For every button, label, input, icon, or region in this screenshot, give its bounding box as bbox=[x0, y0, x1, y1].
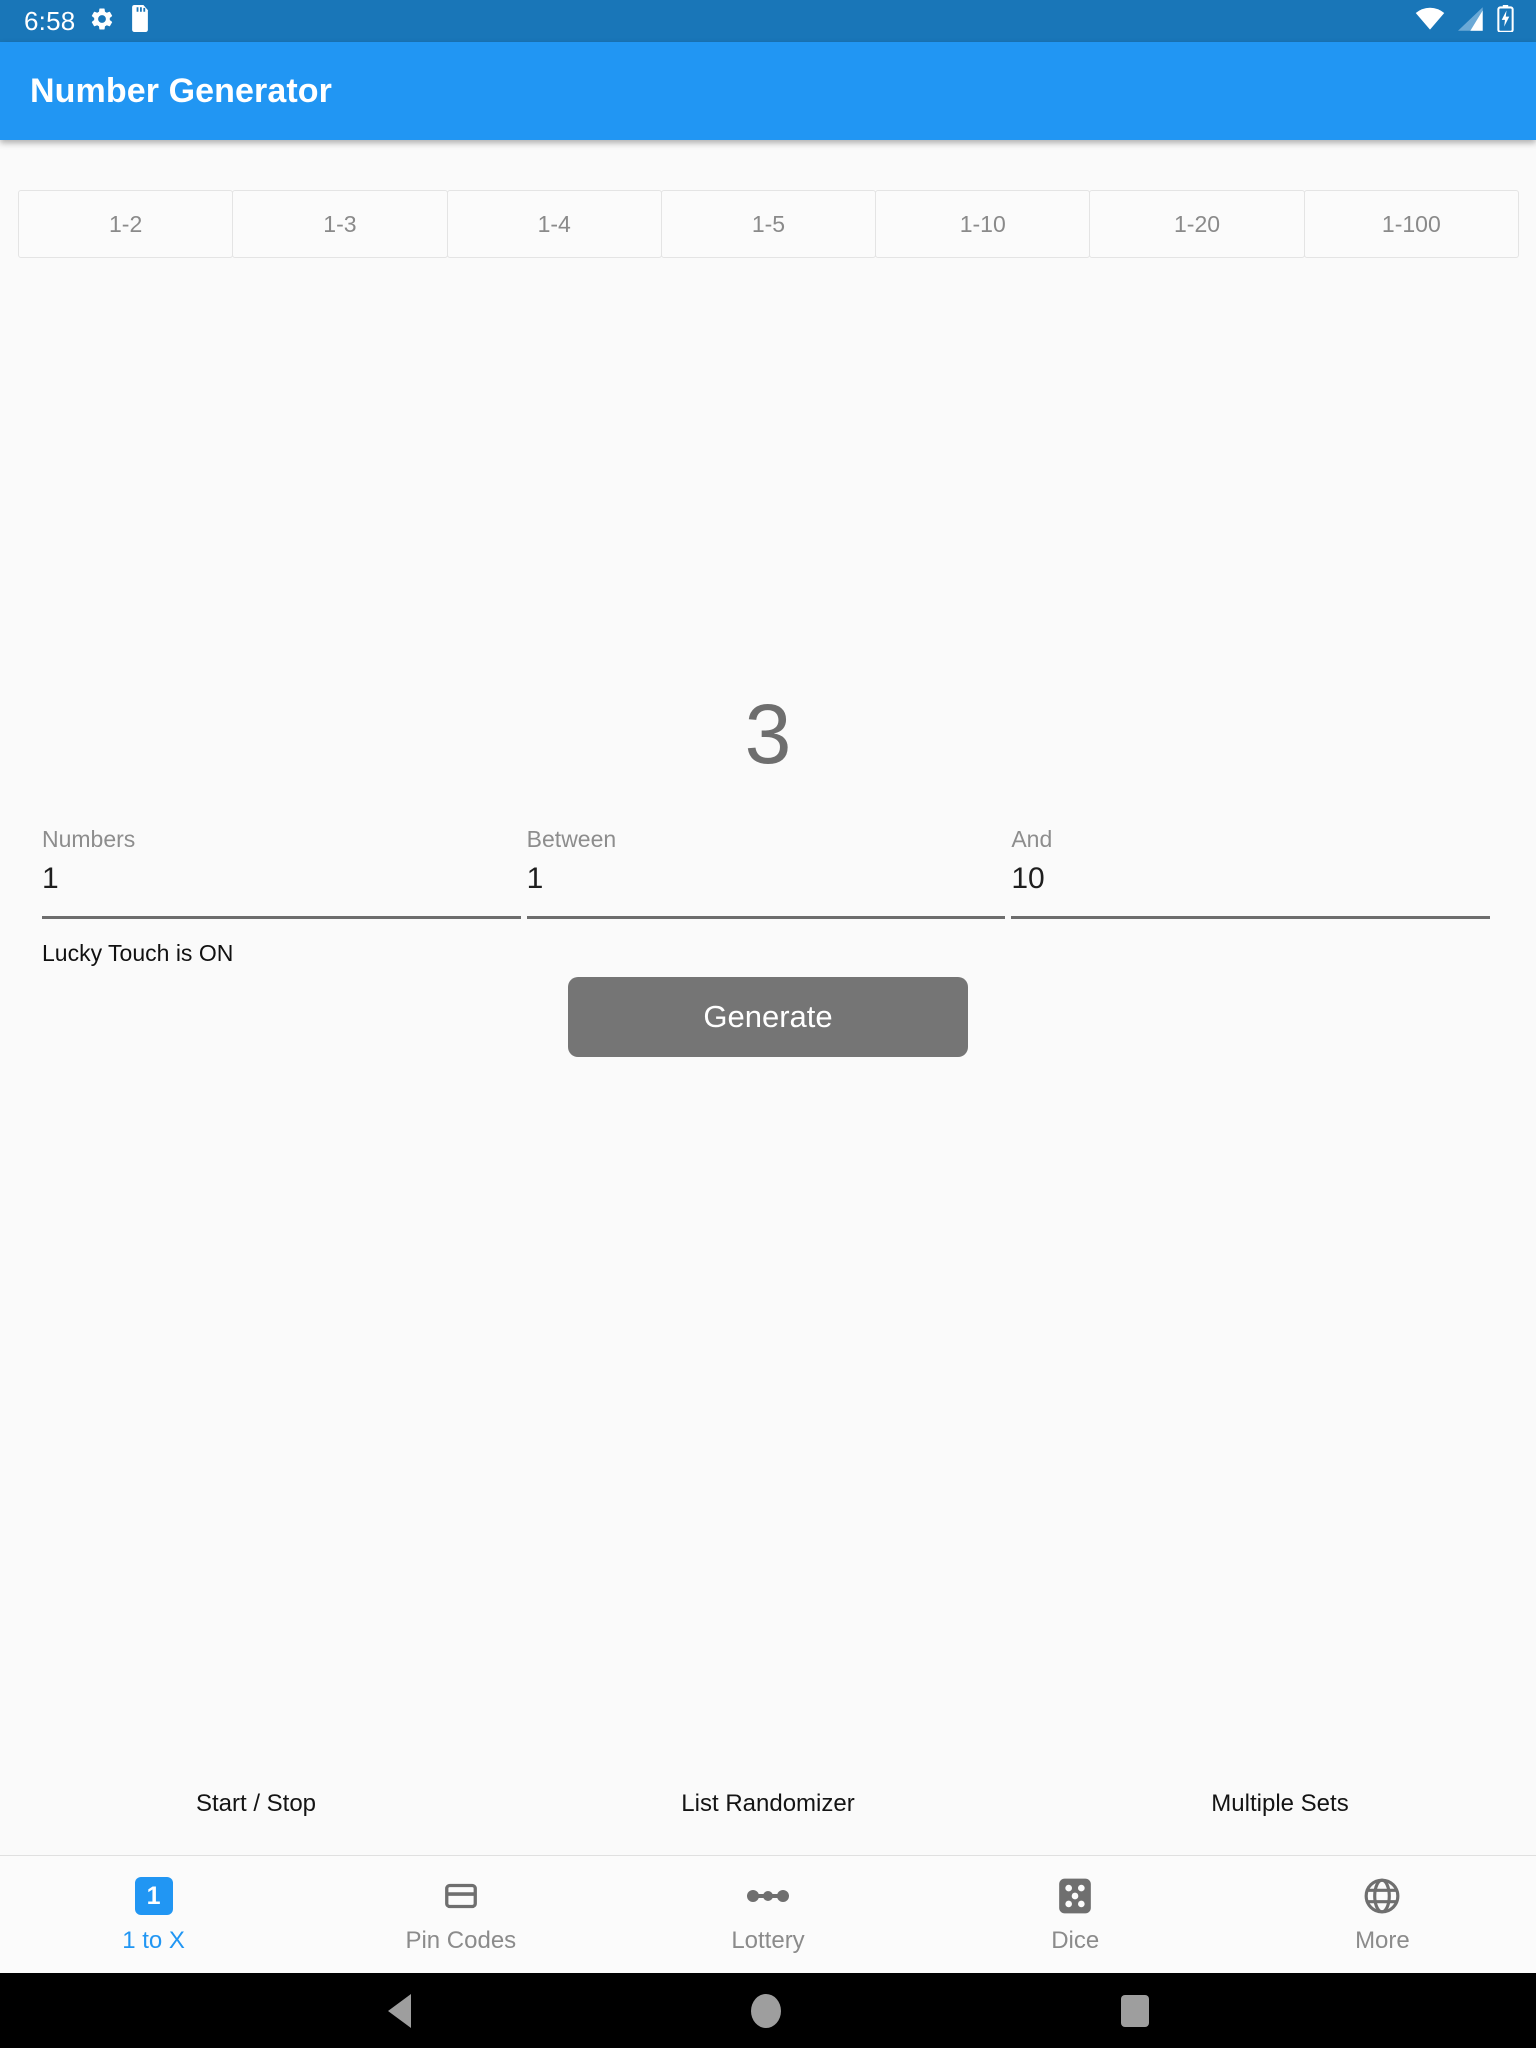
range-tab-strip: 1-2 1-3 1-4 1-5 1-10 1-20 1-100 bbox=[0, 190, 1536, 258]
nav-item-1-to-x[interactable]: 1 1 to X bbox=[0, 1856, 307, 1973]
numbers-field-label: Numbers bbox=[42, 826, 136, 852]
sd-card-icon bbox=[129, 5, 151, 37]
between-field-label: Between bbox=[526, 826, 617, 852]
recents-square-icon[interactable] bbox=[1120, 1994, 1149, 2027]
range-tab-1-5[interactable]: 1-5 bbox=[660, 190, 877, 258]
card-icon bbox=[443, 1876, 479, 1916]
nav-label-pin-codes: Pin Codes bbox=[405, 1927, 517, 1954]
status-bar: 6:58 bbox=[0, 0, 1536, 42]
nav-item-lottery[interactable]: Lottery bbox=[614, 1856, 921, 1973]
status-clock: 6:58 bbox=[24, 6, 76, 36]
lottery-balls-icon bbox=[746, 1876, 790, 1916]
number-one-badge-icon: 1 bbox=[134, 1876, 173, 1916]
app-screen: 6:58 Number Generator 1-2 1-3 1-4 1-5 1-… bbox=[0, 0, 1536, 2048]
range-tab-1-4[interactable]: 1-4 bbox=[446, 190, 662, 258]
and-field[interactable]: And 10 bbox=[1011, 826, 1491, 919]
and-field-label: And bbox=[1011, 826, 1053, 852]
numbers-field-value[interactable]: 1 bbox=[42, 864, 521, 894]
between-field[interactable]: Between 1 bbox=[526, 826, 1006, 919]
battery-charging-icon bbox=[1497, 5, 1514, 37]
nav-label-dice: Dice bbox=[1051, 1927, 1100, 1954]
quick-link-multiple-sets[interactable]: Multiple Sets bbox=[1024, 1790, 1536, 1818]
nav-label-more: More bbox=[1355, 1927, 1410, 1954]
bottom-navigation: 1 1 to X Pin Codes Lottery Dice More bbox=[0, 1855, 1536, 1973]
nav-item-dice[interactable]: Dice bbox=[922, 1856, 1229, 1973]
android-navigation-bar bbox=[0, 1973, 1536, 2048]
nav-label-lottery: Lottery bbox=[731, 1927, 805, 1954]
status-bar-left: 6:58 bbox=[24, 5, 151, 37]
nav-item-pin-codes[interactable]: Pin Codes bbox=[307, 1856, 614, 1973]
wifi-icon bbox=[1415, 7, 1445, 36]
range-tab-1-20[interactable]: 1-20 bbox=[1089, 190, 1305, 258]
home-circle-icon[interactable] bbox=[750, 1993, 781, 2028]
generated-number: 3 bbox=[744, 687, 792, 781]
dice-icon bbox=[1057, 1876, 1093, 1916]
quick-link-start-stop[interactable]: Start / Stop bbox=[0, 1790, 512, 1818]
nav-label-1-to-x: 1 to X bbox=[122, 1927, 185, 1954]
generate-button[interactable]: Generate bbox=[568, 977, 968, 1057]
lucky-touch-status: Lucky Touch is ON bbox=[42, 940, 234, 966]
globe-icon bbox=[1363, 1876, 1401, 1916]
between-field-value[interactable]: 1 bbox=[527, 864, 1006, 894]
nav-item-more[interactable]: More bbox=[1229, 1856, 1536, 1973]
range-tab-1-10[interactable]: 1-10 bbox=[875, 190, 1091, 258]
range-tab-1-2[interactable]: 1-2 bbox=[18, 190, 234, 258]
status-bar-right bbox=[1415, 5, 1514, 37]
quick-links-row: Start / Stop List Randomizer Multiple Se… bbox=[0, 1790, 1536, 1818]
number-inputs-row: Numbers 1 Between 1 And 10 bbox=[42, 826, 1491, 919]
and-field-value[interactable]: 10 bbox=[1011, 864, 1490, 894]
quick-link-list-randomizer[interactable]: List Randomizer bbox=[512, 1790, 1024, 1818]
range-tab-1-100[interactable]: 1-100 bbox=[1303, 190, 1519, 258]
gear-icon bbox=[89, 6, 115, 37]
back-triangle-icon[interactable] bbox=[387, 1993, 411, 2028]
page-title: Number Generator bbox=[30, 71, 333, 110]
numbers-field[interactable]: Numbers 1 bbox=[42, 828, 521, 919]
app-bar: Number Generator bbox=[0, 42, 1536, 140]
range-tab-1-3[interactable]: 1-3 bbox=[232, 190, 448, 258]
cellular-signal-icon bbox=[1458, 6, 1484, 36]
